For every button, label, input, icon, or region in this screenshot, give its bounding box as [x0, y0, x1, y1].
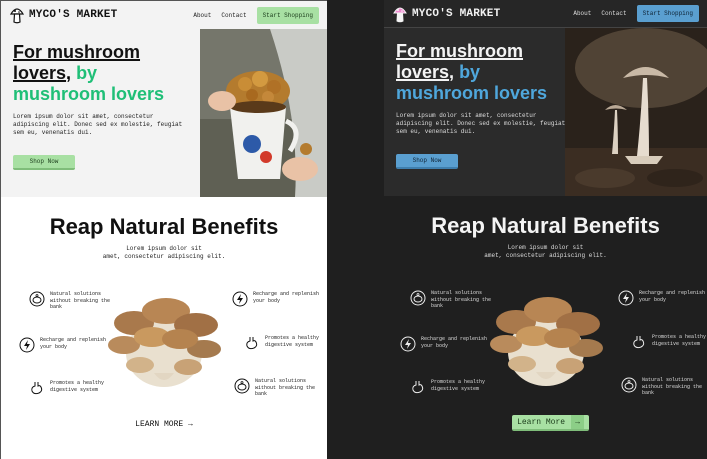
- benefits-title: Reap Natural Benefits: [49, 214, 279, 239]
- lightning-icon: [400, 336, 416, 352]
- hero-text: For mushroom lovers, by mushroom lovers …: [396, 41, 576, 136]
- dark-theme-panel: MYCO'S MARKET About Contact Start Shoppi…: [384, 0, 707, 459]
- hero-photo-forest-mushroom: [565, 28, 707, 196]
- brand-name: MYCO'S MARKET: [412, 7, 501, 20]
- mushroom-logo-icon: [393, 7, 407, 22]
- maitake-mushroom-image: [490, 297, 603, 386]
- logo[interactable]: MYCO'S MARKET: [392, 5, 500, 23]
- hero-section: For mushroom lovers, by mushroom lovers …: [384, 28, 707, 196]
- nav-contact-link[interactable]: Contact: [601, 10, 626, 17]
- feature-digestive-text: Promotes a healthy digestive system: [652, 334, 707, 347]
- navbar: MYCO'S MARKET About Contact Start Shoppi…: [384, 0, 707, 28]
- benefits-subtitle: Lorem ipsum dolor sit amet, consectetur …: [384, 244, 707, 260]
- nav-links: About Contact Start Shopping: [193, 6, 319, 24]
- benefits-subtitle-line1: Lorem ipsum dolor sit: [126, 245, 202, 252]
- navbar: MYCO'S MARKET About Contact Start Shoppi…: [1, 1, 327, 29]
- stomach-icon: [31, 382, 43, 395]
- benefits-subtitle-line1: Lorem ipsum dolor sit: [507, 244, 584, 251]
- arrow-right-icon: →: [571, 415, 584, 429]
- learn-more-link[interactable]: LEARN MORE →: [1, 420, 327, 429]
- mushroom-logo-icon: [9, 8, 25, 24]
- learn-more-label: LEARN MORE: [135, 420, 184, 429]
- piggy-bank-icon: [410, 290, 426, 306]
- hero-text: For mushroom lovers, by mushroom lovers …: [13, 42, 193, 137]
- benefits-subtitle-line2: amet, consectetur adipiscing elit.: [102, 253, 226, 260]
- feature-digestive-right: Promotes a healthy digestive system: [631, 334, 707, 350]
- stomach-icon: [246, 337, 258, 350]
- lightning-icon: [618, 290, 634, 306]
- feature-recharge: Recharge and replenish your body: [400, 336, 495, 352]
- nav-about-link[interactable]: About: [193, 12, 211, 19]
- piggy-bank-icon: [234, 378, 250, 394]
- lightning-icon: [232, 291, 248, 307]
- maitake-mushroom-image: [108, 298, 221, 387]
- logo[interactable]: MYCO'S MARKET: [9, 6, 117, 24]
- brand-name: MYCO'S MARKET: [29, 9, 118, 21]
- hero-title: For mushroom lovers, by mushroom lovers: [396, 41, 576, 104]
- nav-contact-link[interactable]: Contact: [221, 12, 246, 19]
- hero-photo-art: [565, 28, 707, 196]
- piggy-bank-icon: [621, 377, 637, 393]
- feature-natural-right: Natural solutions without breaking the b…: [234, 378, 327, 398]
- feature-digestive-right: Promotes a healthy digestive system: [244, 335, 327, 351]
- feature-recharge-text: Recharge and replenish your body: [253, 291, 320, 304]
- hero-body: Lorem ipsum dolor sit amet, consectetur …: [396, 112, 566, 135]
- shop-now-button[interactable]: Shop Now: [13, 155, 75, 170]
- piggy-bank-icon: [29, 291, 45, 307]
- hero-photo-art: [200, 29, 327, 197]
- benefits-subtitle-line2: amet, consectetur adipiscing elit.: [484, 252, 607, 259]
- benefits-title: Reap Natural Benefits: [431, 213, 660, 238]
- feature-digestive-text: Promotes a healthy digestive system: [265, 335, 320, 348]
- stomach-icon: [412, 381, 424, 394]
- hero-title: For mushroom lovers, by mushroom lovers: [13, 42, 193, 105]
- feature-recharge-right: Recharge and replenish your body: [618, 290, 707, 306]
- feature-natural-text: Natural solutions without breaking the b…: [255, 378, 316, 397]
- start-shopping-button[interactable]: Start Shopping: [256, 6, 319, 24]
- feature-recharge-text: Recharge and replenish your body: [40, 337, 107, 350]
- lightning-icon: [19, 337, 35, 353]
- hero-photo-mug-mushrooms: [200, 29, 327, 197]
- start-shopping-button[interactable]: Start Shopping: [636, 5, 699, 22]
- benefits-section: Reap Natural Benefits Lorem ipsum dolor …: [384, 196, 707, 459]
- hero-section: For mushroom lovers, by mushroom lovers …: [1, 29, 327, 197]
- benefits-subtitle: Lorem ipsum dolor sit amet, consectetur …: [1, 245, 327, 261]
- feature-natural-text: Natural solutions without breaking the b…: [642, 377, 703, 396]
- light-theme-panel: MYCO'S MARKET About Contact Start Shoppi…: [0, 0, 327, 459]
- learn-more-button[interactable]: Learn More →: [512, 415, 589, 431]
- arrow-right-icon: →: [188, 420, 193, 429]
- learn-more-label: Learn More: [517, 417, 566, 427]
- nav-about-link[interactable]: About: [573, 10, 591, 17]
- feature-recharge-text: Recharge and replenish your body: [421, 336, 488, 349]
- feature-recharge-right: Recharge and replenish your body: [232, 291, 327, 307]
- stomach-icon: [633, 336, 645, 349]
- feature-recharge: Recharge and replenish your body: [19, 337, 114, 353]
- feature-recharge-text: Recharge and replenish your body: [639, 290, 706, 303]
- nav-links: About Contact Start Shopping: [573, 5, 699, 22]
- benefits-section: Reap Natural Benefits Lorem ipsum dolor …: [1, 197, 327, 459]
- hero-body: Lorem ipsum dolor sit amet, consectetur …: [13, 113, 183, 136]
- shop-now-button[interactable]: Shop Now: [396, 154, 458, 169]
- feature-natural-right: Natural solutions without breaking the b…: [621, 377, 707, 397]
